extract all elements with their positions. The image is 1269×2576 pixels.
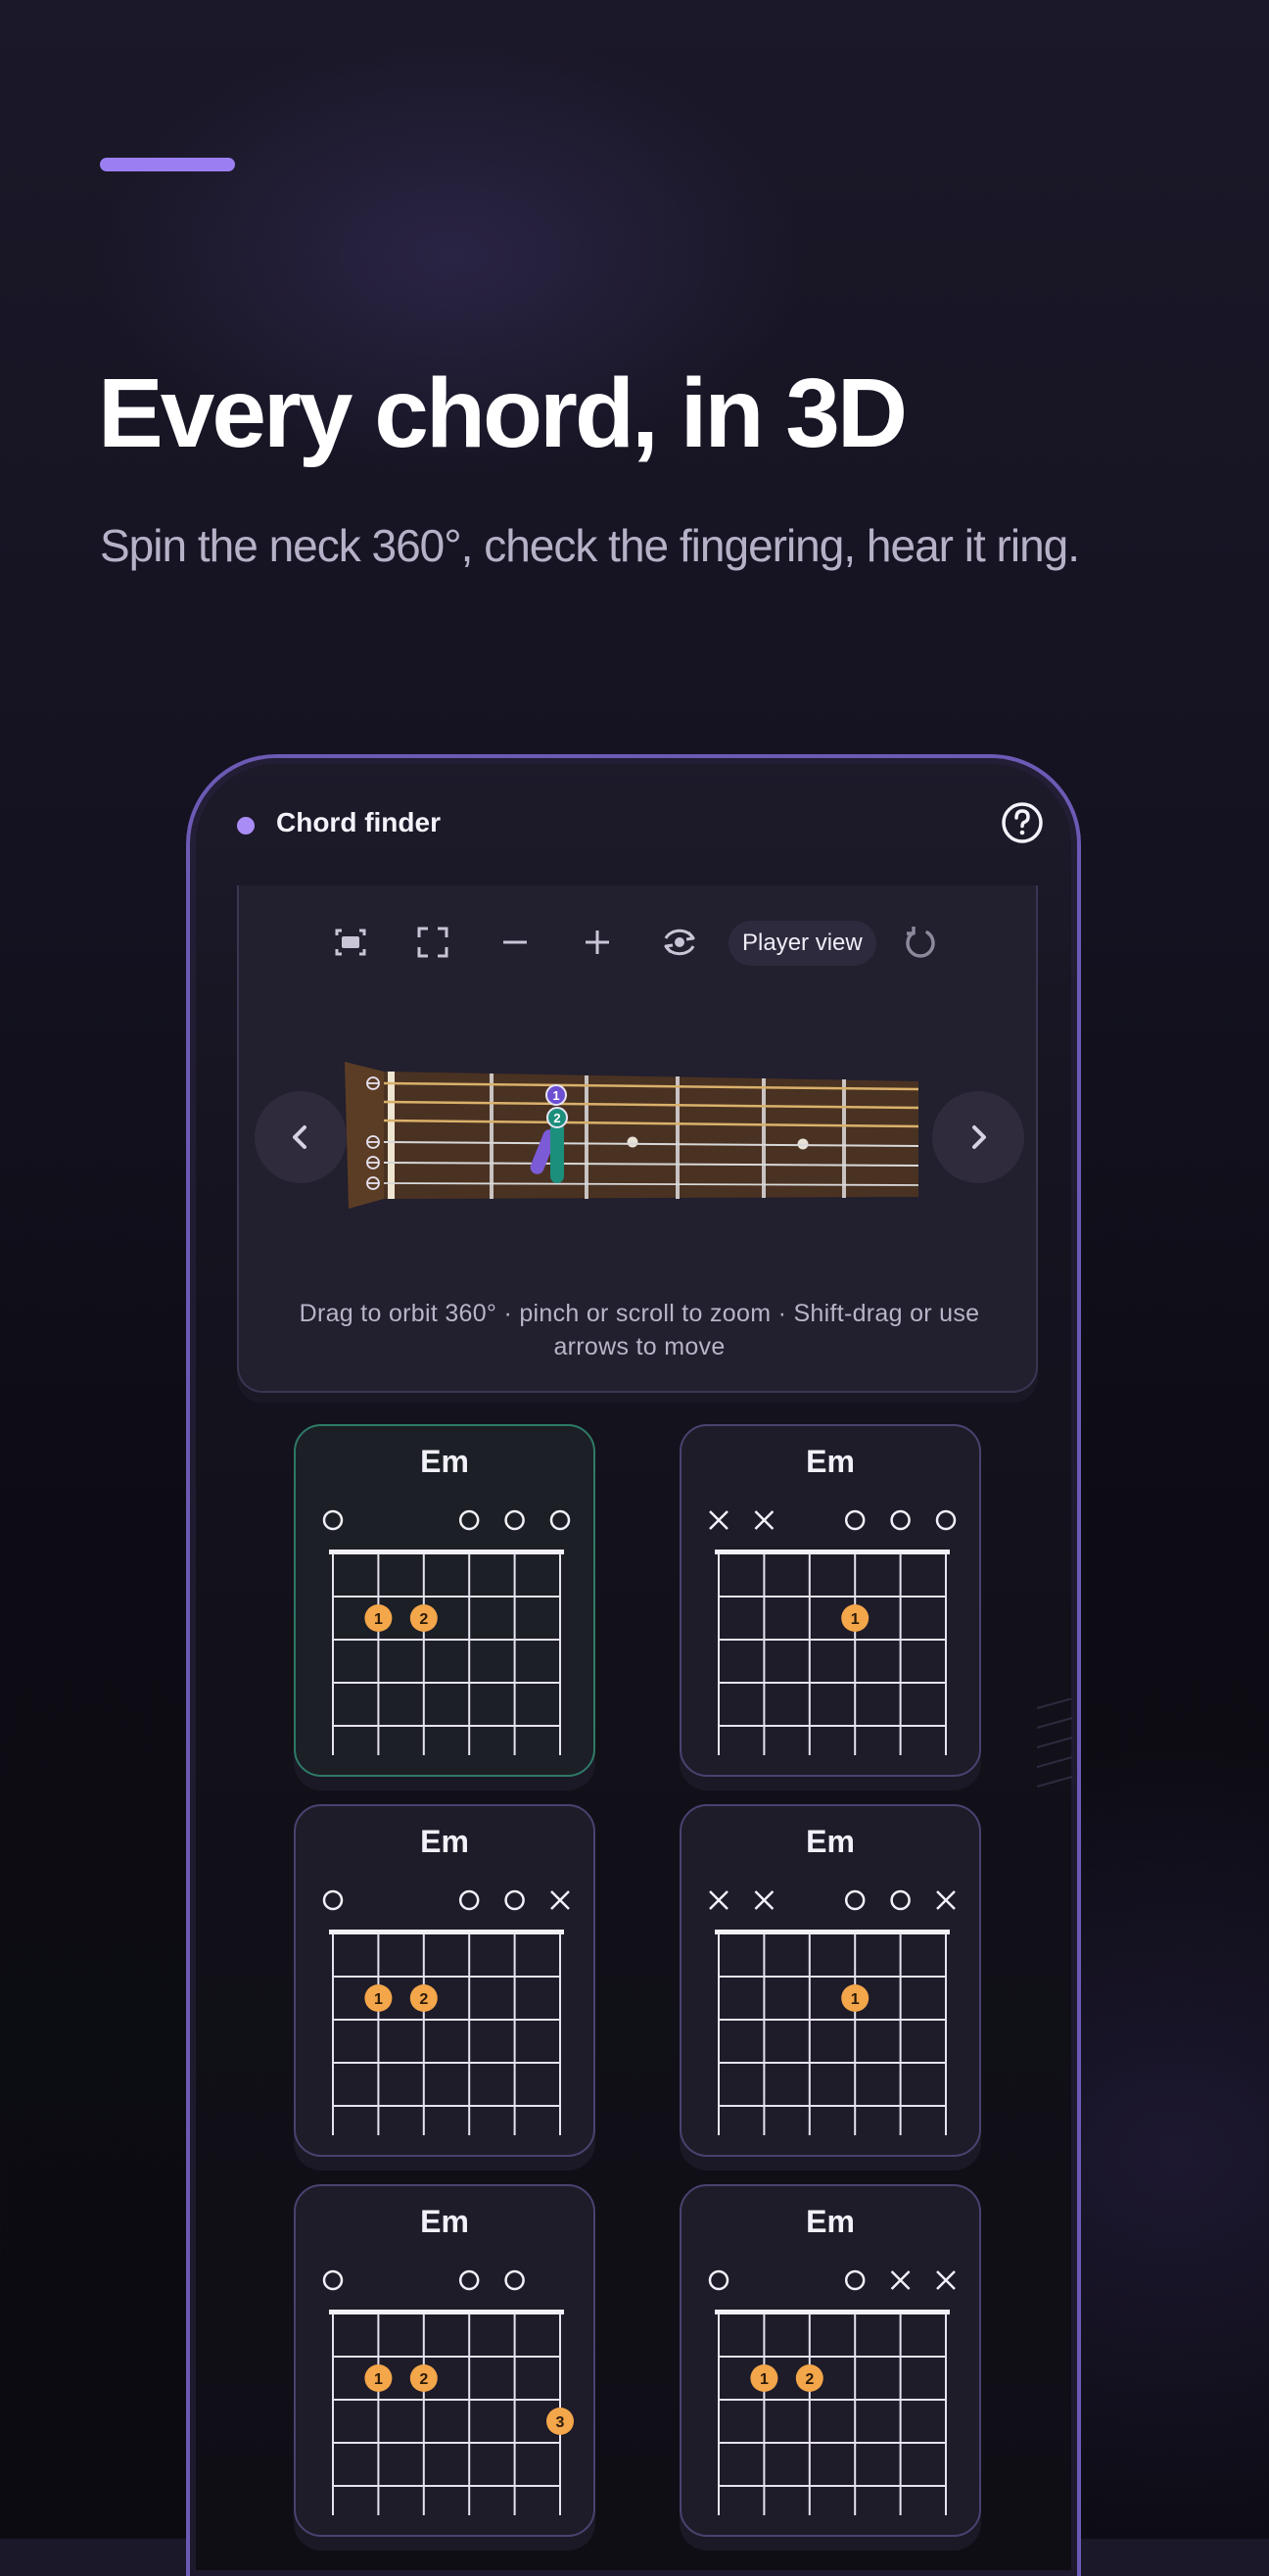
finger-number: 2 [419,1991,428,2008]
zoom-in-icon [586,930,609,954]
guitar-neck-3d[interactable]: 1 2 [345,1052,932,1248]
app-bar: Chord finder [190,758,1077,895]
fullscreen-icon [417,927,448,958]
status-dot [237,817,255,835]
help-circle-icon [1002,802,1043,843]
chevron-right-icon [972,1125,986,1149]
voicing-card[interactable]: Em 1 [680,1804,981,2157]
orbit-button[interactable] [656,919,703,966]
open-string-marker [458,2269,480,2291]
orbit-icon [664,929,695,956]
fretboard [384,1072,918,1199]
finger-number: 1 [374,1611,383,1628]
voicing-card[interactable]: Em 1 2 [294,1424,595,1777]
open-string-marker [458,1889,480,1911]
voicing-card[interactable]: Em 1 2 [680,2184,981,2537]
diagram-nut [329,1930,564,1934]
accent-bar [100,158,235,171]
open-string-marker [504,1509,525,1531]
finger-1-label: 1 [552,1088,559,1103]
finger-2 [550,1122,564,1183]
voicing-card[interactable]: Em 1 2 [294,1804,595,2157]
muted-string-marker [936,2270,956,2290]
diagram-nut [715,2310,950,2314]
open-string-marker [458,1509,480,1531]
fret-marker [797,1138,809,1150]
chord-3d-viewer[interactable]: Player view 1 2 Drag to orbit 360° · pin… [237,885,1038,1393]
open-string-marker [935,1509,957,1531]
finger-number: 1 [851,1611,860,1628]
open-string-marker [844,1509,866,1531]
open-string-marker [322,1509,344,1531]
finger-number: 2 [419,1611,428,1628]
player-view-button[interactable]: Player view [728,921,876,966]
open-string-marker [549,1509,571,1531]
diagram-nut [715,1550,950,1554]
finger-number: 3 [556,2414,565,2431]
chord-diagram: 1 2 3 [322,2269,574,2515]
voicing-name: Em [806,2204,855,2239]
zoom-out-button[interactable] [492,919,539,966]
chord-diagram: 1 [709,1889,956,2135]
finger-number: 1 [374,1991,383,2008]
open-string-marker [844,1889,866,1911]
diagram-nut [329,2310,564,2314]
open-string-marker [844,2269,866,2291]
reset-icon [906,927,935,958]
zoom-in-button[interactable] [574,919,621,966]
open-string-marker [504,1889,525,1911]
finger-number: 1 [851,1991,860,2008]
muted-string-marker [709,1890,728,1910]
fit-view-button[interactable] [327,919,374,966]
chord-diagram: 12 [322,1889,570,2135]
finger-number: 1 [374,2371,383,2388]
reset-view-button[interactable] [897,919,944,966]
open-string-marker [504,2269,525,2291]
phone-frame: Chord finder Player view 1 2 Drag to orb… [186,754,1081,2576]
hero-subtitle: Spin the neck 360°, check the fingering,… [100,520,1080,571]
viewer-hint: Drag to orbit 360° · pinch or scroll to … [299,1300,980,1360]
app-title: Chord finder [276,807,441,837]
voicing-card[interactable]: Em 1 2 3 [294,2184,595,2537]
muted-string-marker [550,1890,570,1910]
nut [388,1072,395,1199]
diagram-nut [715,1930,950,1934]
open-string-marker [322,2269,344,2291]
chord-diagram: 12 [708,2269,956,2515]
finger-2-label: 2 [553,1111,560,1125]
chord-diagram: 12 [322,1509,571,1755]
voicing-name: Em [806,1824,855,1859]
finger-number: 2 [419,2371,428,2388]
hero-title: Every chord, in 3D [98,358,908,468]
voicing-name: Em [420,2204,469,2239]
voicing-name: Em [806,1444,855,1479]
viewer-toolbar: Player view [239,885,1036,993]
muted-string-marker [709,1510,728,1530]
open-string-marker [890,1509,911,1531]
chevron-left-icon [293,1125,306,1149]
next-voicing-button[interactable] [932,1091,1024,1183]
finger-number: 1 [760,2371,769,2388]
fit-view-icon [335,929,366,956]
voicing-name: Em [420,1824,469,1859]
open-string-marker [322,1889,344,1911]
prev-voicing-button[interactable] [255,1091,347,1183]
fullscreen-button[interactable] [409,919,456,966]
muted-string-marker [754,1510,775,1530]
zoom-out-icon [503,940,527,944]
open-string-marker [890,1889,911,1911]
muted-string-marker [890,2270,911,2290]
voicing-name: Em [420,1444,469,1479]
chord-diagram: 1 [709,1509,957,1755]
diagram-nut [329,1550,564,1554]
help-button[interactable] [999,799,1046,846]
decorative-stripes [1037,1698,1073,1788]
finger-number: 2 [805,2371,814,2388]
muted-string-marker [936,1890,956,1910]
fret-marker [627,1136,638,1148]
open-string-marker [708,2269,729,2291]
voicing-card[interactable]: Em 1 [680,1424,981,1777]
muted-string-marker [754,1890,775,1910]
